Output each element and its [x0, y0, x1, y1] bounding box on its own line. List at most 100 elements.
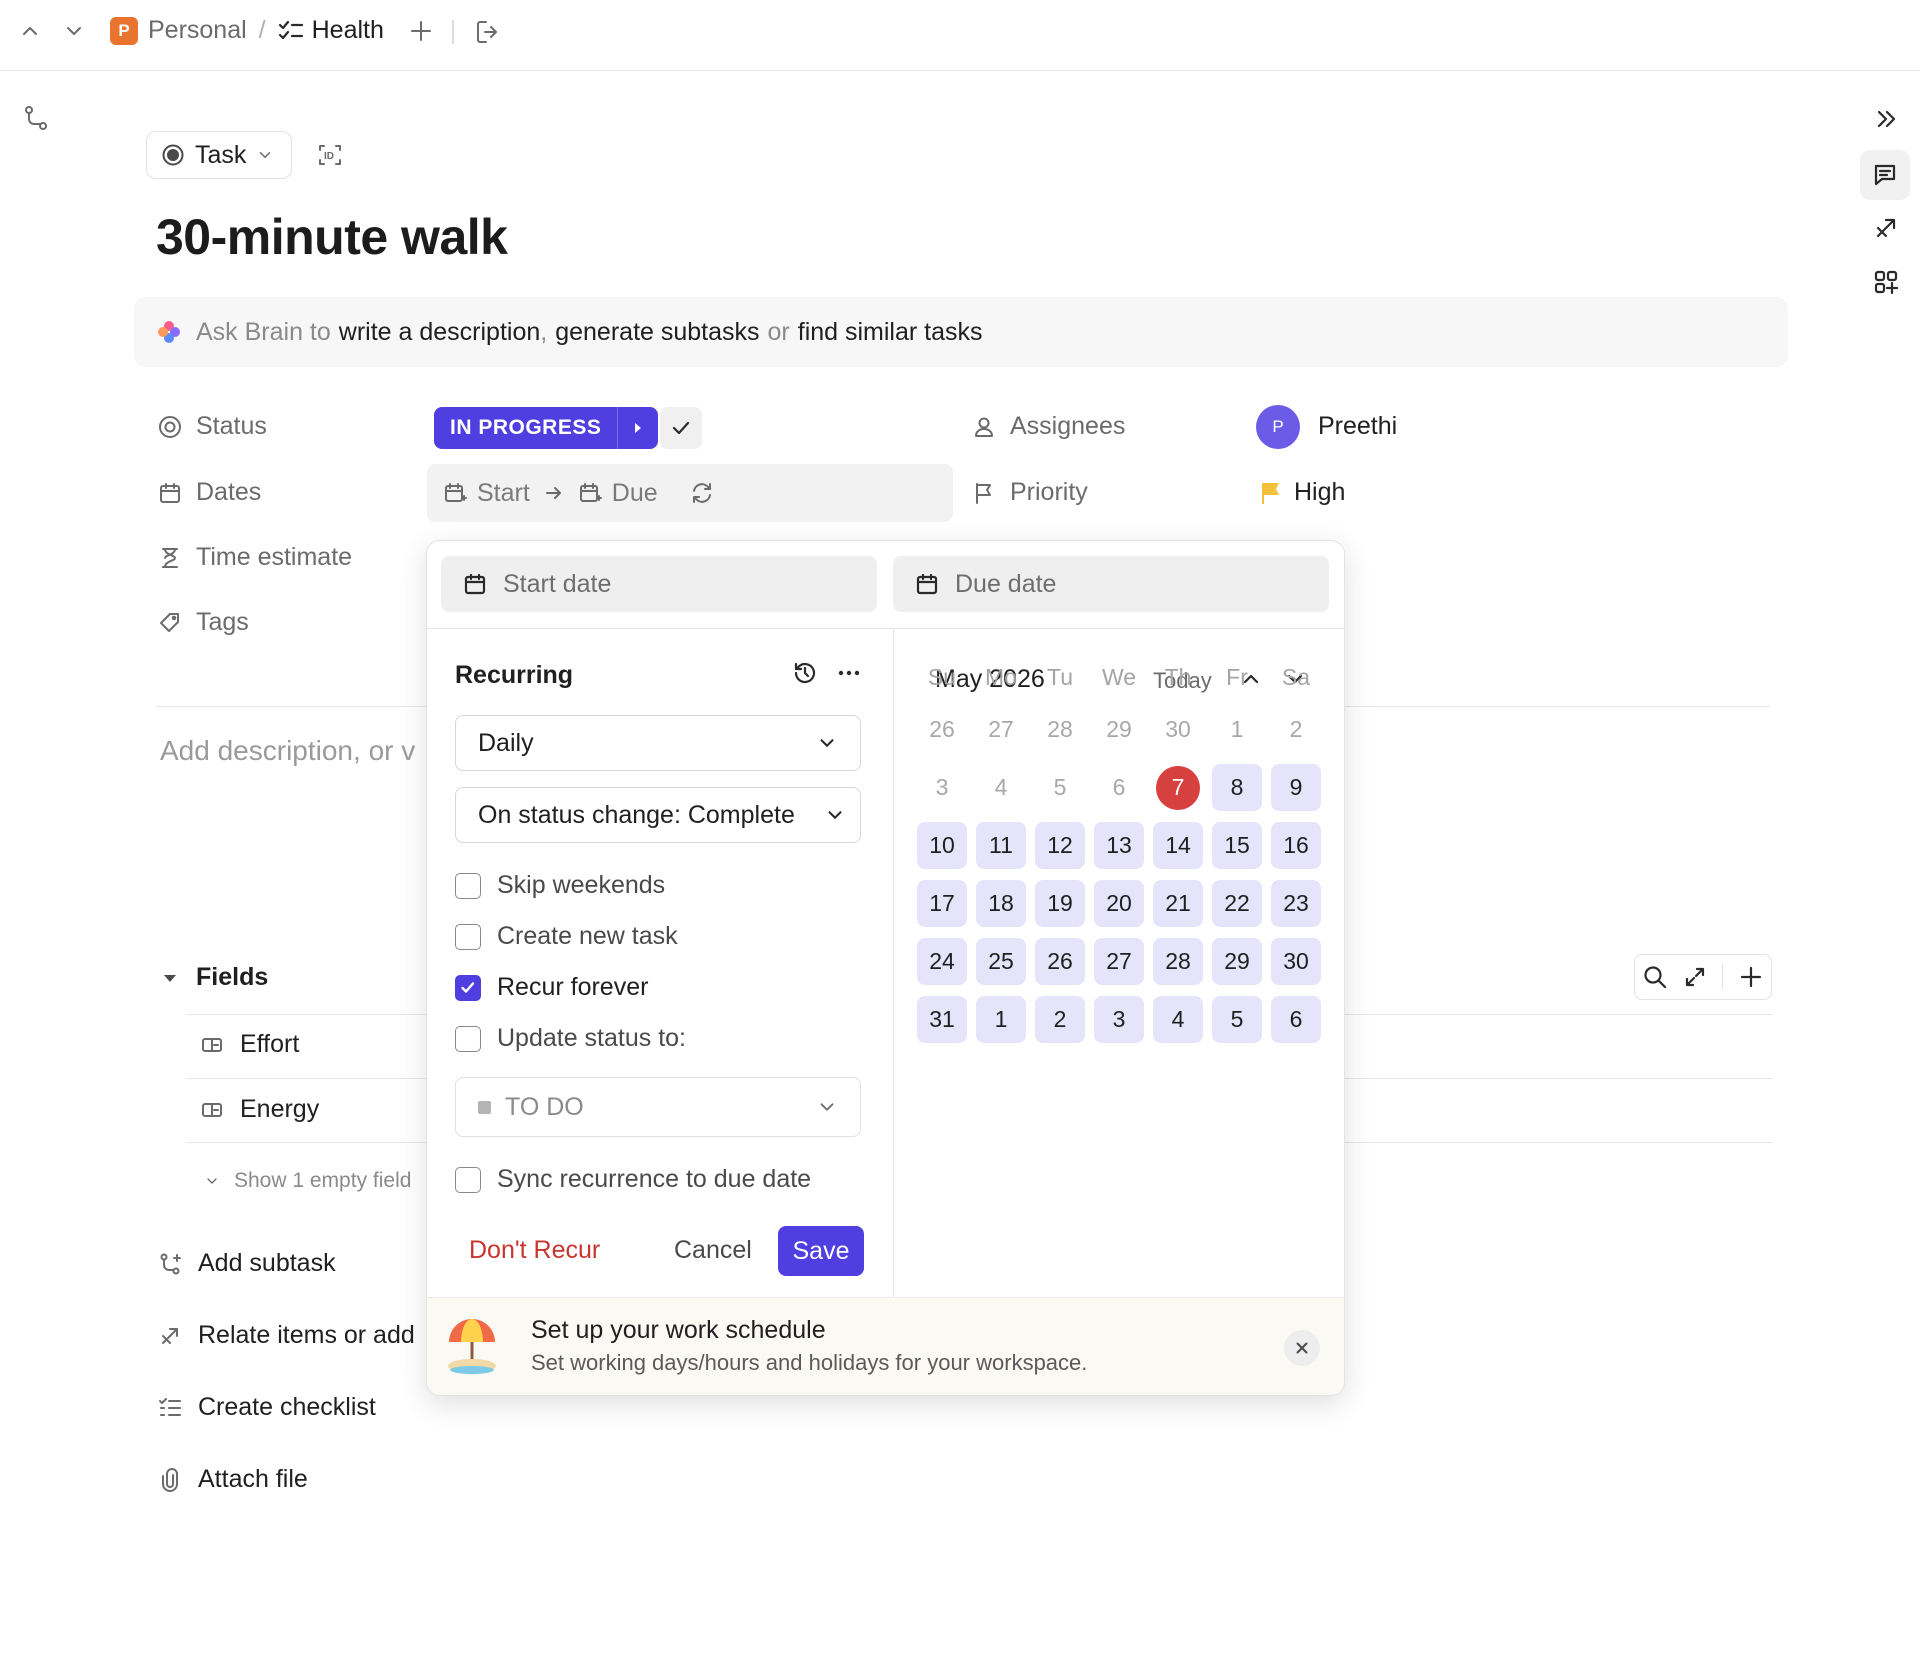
calendar-day[interactable]: 4 [976, 764, 1026, 811]
cancel-button[interactable]: Cancel [674, 1236, 752, 1265]
attach-file-button[interactable]: Attach file [158, 1465, 308, 1494]
breadcrumb-space[interactable]: Personal [148, 16, 247, 45]
calendar-day[interactable]: 12 [1035, 822, 1085, 869]
dates-field[interactable]: Start Due [427, 464, 953, 522]
next-status-icon[interactable] [617, 407, 659, 449]
calendar-day[interactable]: 31 [917, 996, 967, 1043]
recur-forever-checkbox[interactable] [455, 974, 481, 1001]
relate-items-button[interactable]: Relate items or add [158, 1321, 415, 1350]
calendar-day[interactable]: 19 [1035, 880, 1085, 927]
collapse-panel-icon[interactable] [1872, 105, 1900, 133]
sync-due-date-checkbox[interactable] [455, 1166, 481, 1193]
show-empty-fields[interactable]: Show 1 empty field [204, 1169, 411, 1193]
calendar-day[interactable]: 6 [1271, 996, 1321, 1043]
brain-generate-subtasks[interactable]: generate subtasks [555, 318, 759, 347]
calendar-day[interactable]: 1 [1212, 706, 1262, 753]
due-date-trigger[interactable]: Due [612, 479, 658, 508]
calendar-day[interactable]: 28 [1035, 706, 1085, 753]
calendar-day[interactable]: 2 [1035, 996, 1085, 1043]
status-pill[interactable]: IN PROGRESS [434, 407, 659, 449]
recurring-icon[interactable] [688, 479, 716, 507]
create-new-task-checkbox[interactable] [455, 923, 481, 950]
fields-header[interactable]: Fields [160, 963, 268, 992]
update-status-option[interactable]: Update status to: [455, 1024, 686, 1053]
start-date-trigger[interactable]: Start [477, 479, 530, 508]
frequency-select[interactable]: Daily [455, 715, 861, 771]
calendar-day[interactable]: 6 [1094, 764, 1144, 811]
calendar-day[interactable]: 4 [1153, 996, 1203, 1043]
calendar-day[interactable]: 9 [1271, 764, 1321, 811]
plus-icon[interactable] [408, 18, 434, 44]
complete-check-icon[interactable] [660, 407, 702, 449]
calendar-day[interactable]: 20 [1094, 880, 1144, 927]
status-value[interactable]: IN PROGRESS [434, 407, 618, 449]
avatar[interactable]: P [1256, 405, 1300, 449]
field-effort[interactable]: Effort [200, 1030, 299, 1059]
breadcrumb-list[interactable]: Health [312, 16, 384, 45]
calendar-day[interactable]: 21 [1153, 880, 1203, 927]
calendar-day[interactable]: 30 [1153, 706, 1203, 753]
calendar-day[interactable]: 29 [1212, 938, 1262, 985]
calendar-day[interactable]: 5 [1212, 996, 1262, 1043]
calendar-day[interactable]: 27 [1094, 938, 1144, 985]
calendar-day[interactable]: 26 [1035, 938, 1085, 985]
calendar-day[interactable]: 29 [1094, 706, 1144, 753]
calendar-day[interactable]: 26 [917, 706, 967, 753]
update-status-checkbox[interactable] [455, 1025, 481, 1052]
close-icon[interactable] [1284, 1330, 1320, 1366]
calendar-day[interactable]: 3 [1094, 996, 1144, 1043]
sync-due-date-option[interactable]: Sync recurrence to due date [455, 1165, 811, 1194]
history-icon[interactable] [791, 659, 819, 687]
task-type-selector[interactable]: Task [146, 131, 292, 179]
brain-find-similar[interactable]: find similar tasks [798, 318, 983, 347]
more-options-icon[interactable] [835, 659, 863, 687]
create-checklist-button[interactable]: Create checklist [158, 1393, 376, 1422]
calendar-day[interactable]: 5 [1035, 764, 1085, 811]
chevron-up-icon[interactable] [18, 19, 42, 43]
calendar-day[interactable]: 16 [1271, 822, 1321, 869]
create-new-task-option[interactable]: Create new task [455, 922, 678, 951]
calendar-day[interactable]: 23 [1271, 880, 1321, 927]
add-subtask-button[interactable]: Add subtask [158, 1249, 336, 1278]
calendar-day[interactable]: 8 [1212, 764, 1262, 811]
skip-weekends-option[interactable]: Skip weekends [455, 871, 665, 900]
field-energy[interactable]: Energy [200, 1095, 319, 1124]
calendar-day[interactable]: 24 [917, 938, 967, 985]
calendar-day[interactable]: 10 [917, 822, 967, 869]
calendar-day[interactable]: 22 [1212, 880, 1262, 927]
priority-value[interactable]: High [1258, 478, 1345, 507]
calendar-day[interactable]: 25 [976, 938, 1026, 985]
recur-forever-option[interactable]: Recur forever [455, 973, 648, 1002]
calendar-day[interactable]: 15 [1212, 822, 1262, 869]
calendar-day[interactable]: 28 [1153, 938, 1203, 985]
calendar-day[interactable]: 2 [1271, 706, 1321, 753]
calendar-day[interactable]: 11 [976, 822, 1026, 869]
calendar-day[interactable]: 18 [976, 880, 1026, 927]
calendar-day[interactable]: 17 [917, 880, 967, 927]
trigger-select[interactable]: On status change: Complete [455, 787, 861, 843]
task-id-icon[interactable]: ID [316, 141, 344, 169]
calendar-day[interactable]: 1 [976, 996, 1026, 1043]
work-schedule-banner[interactable]: Set up your work schedule Set working da… [427, 1297, 1344, 1395]
assignee-name[interactable]: Preethi [1318, 412, 1397, 441]
subtask-flow-icon[interactable] [22, 104, 50, 132]
page-title[interactable]: 30-minute walk [156, 208, 508, 266]
brain-write-description[interactable]: write a description [339, 318, 540, 347]
calendar-day[interactable]: 30 [1271, 938, 1321, 985]
skip-weekends-checkbox[interactable] [455, 872, 481, 899]
calendar-day[interactable]: 14 [1153, 822, 1203, 869]
calendar-day[interactable]: 3 [917, 764, 967, 811]
description-input[interactable]: Add description, or v [160, 735, 415, 767]
calendar-day[interactable]: 13 [1094, 822, 1144, 869]
dont-recur-button[interactable]: Don't Recur [469, 1236, 600, 1265]
status-target-select[interactable]: TO DO [455, 1077, 861, 1137]
relationships-icon[interactable] [1872, 214, 1900, 242]
calendar-day[interactable]: 27 [976, 706, 1026, 753]
chevron-down-icon[interactable] [62, 19, 86, 43]
share-exit-icon[interactable] [474, 18, 502, 46]
comments-icon[interactable] [1860, 150, 1910, 200]
apps-grid-icon[interactable] [1872, 268, 1900, 296]
due-date-input[interactable]: Due date [893, 556, 1329, 612]
start-date-input[interactable]: Start date [441, 556, 877, 612]
save-button[interactable]: Save [778, 1226, 864, 1276]
